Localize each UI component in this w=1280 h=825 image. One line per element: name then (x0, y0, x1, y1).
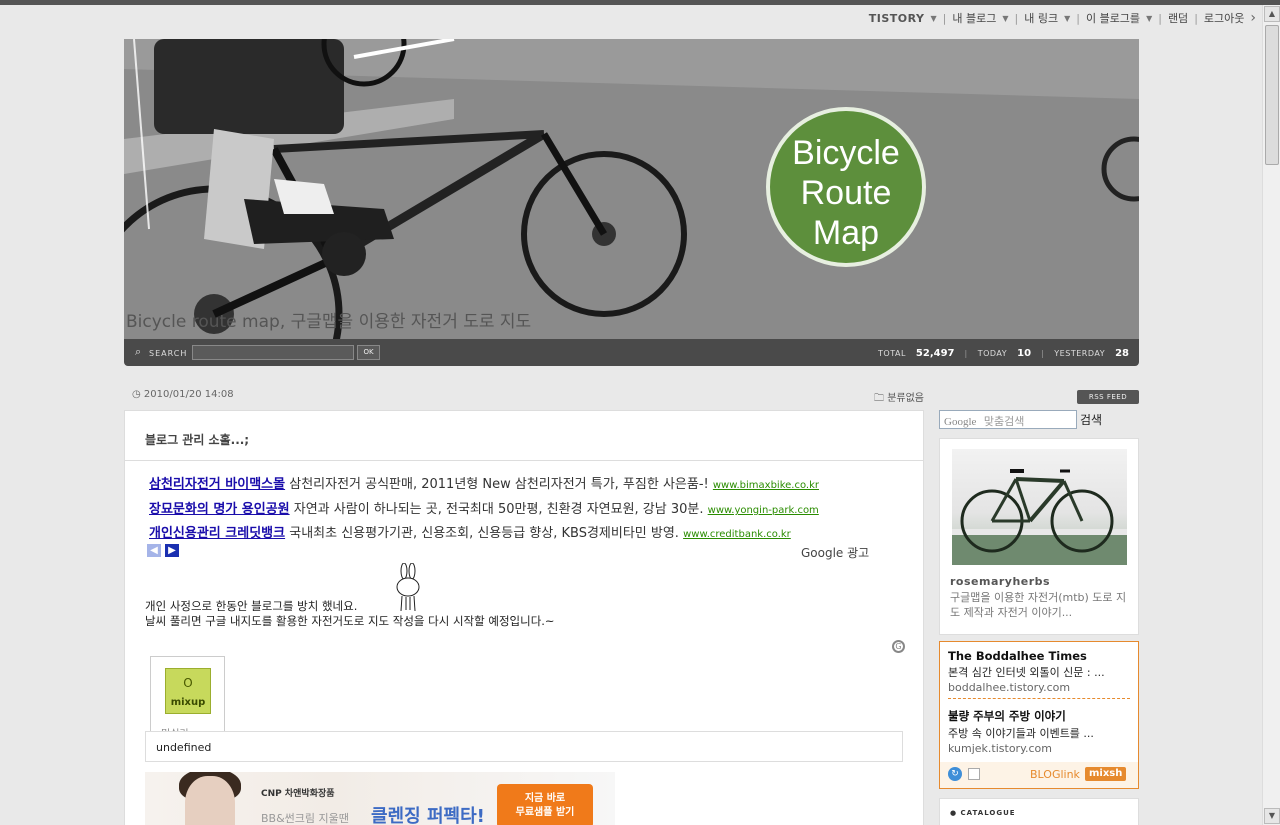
blog-owner-name[interactable]: rosemaryherbs (950, 575, 1050, 588)
divider (948, 698, 1130, 699)
folder-icon: 🗀 (874, 393, 884, 404)
blog-profile-card: rosemaryherbs 구글맵을 이용한 자전거(mtb) 도로 지도 제작… (939, 438, 1139, 635)
my-link-menu[interactable]: 내 링크 (1024, 10, 1058, 26)
ad-url[interactable]: www.creditbank.co.kr (683, 529, 791, 540)
this-blog-menu[interactable]: 이 블로그를 (1086, 10, 1140, 26)
chevron-down-icon[interactable]: ▼ (1002, 14, 1008, 23)
search-placeholder: 맞춤검색 (983, 415, 1025, 428)
banner-cta-button[interactable]: 지금 바로 무료샘플 받기 (497, 784, 593, 825)
ad-url[interactable]: www.yongin-park.com (708, 505, 819, 516)
bloglink-url[interactable]: boddalhee.tistory.com (948, 681, 1130, 694)
mixsh-badge[interactable]: mixsh (1085, 767, 1127, 781)
bicycle-route-map-badge: Bicycle Route Map (766, 107, 926, 267)
today-label: TODAY (977, 349, 1008, 358)
bloglink-url[interactable]: kumjek.tistory.com (948, 742, 1130, 755)
ad-desc: 자연과 사람이 하나되는 곳, 전국최대 50만평, 친환경 자연묘원, 강남 … (293, 502, 704, 517)
scrollbar-thumb[interactable] (1265, 25, 1279, 165)
bloglink-widget: The Boddalhee Times 본격 심간 인터넷 외톨이 신문 : .… (939, 641, 1139, 789)
blog-subtitle[interactable]: Bicycle route map, 구글맵을 이용한 자전거 도로 지도 (126, 307, 531, 332)
total-label: TOTAL (878, 349, 906, 358)
clock-icon: ◷ (132, 389, 141, 400)
mixup-badge-icon: O (183, 676, 193, 690)
google-custom-search-input[interactable]: Google 맞춤검색 (939, 410, 1077, 429)
next-arrow-icon[interactable]: ▶ (165, 544, 179, 557)
total-value: 52,497 (915, 348, 955, 359)
post-body: 개인 사정으로 한동안 블로그를 방치 했네요. 날씨 풀리면 구글 내지도를 … (145, 599, 555, 628)
prev-arrow-icon[interactable]: ◀ (147, 544, 161, 557)
bloglink-item[interactable]: 불량 주부의 주방 이야기 주방 속 이야기들과 이벤트를 ... kumjek… (948, 708, 1130, 755)
rss-feed-button[interactable]: RSS FEED (1077, 390, 1139, 404)
yesterday-label: YESTERDAY (1054, 349, 1106, 358)
bloglink-brand[interactable]: BLOGlink (1030, 768, 1080, 781)
catalogue-widget: ● CATALOGUE (939, 798, 1139, 825)
mixup-widget[interactable]: O mixup 믹쉬기 (150, 656, 225, 740)
ad-row: 장묘문화의 명가 용인공원 자연과 사람이 하나되는 곳, 전국최대 50만평,… (149, 498, 819, 517)
refresh-icon[interactable]: ↻ (948, 767, 962, 781)
catalogue-title[interactable]: ● CATALOGUE (950, 809, 1016, 817)
logout-link[interactable]: 로그아웃 (1204, 10, 1244, 26)
ad-link[interactable]: 장묘문화의 명가 용인공원 (149, 502, 290, 517)
google-search-button[interactable]: 검색 (1080, 411, 1102, 428)
search-label: SEARCH (149, 349, 188, 358)
random-link[interactable]: 랜덤 (1168, 10, 1188, 26)
ad-row: 삼천리자전거 바이맥스몰 삼천리자전거 공식판매, 2011년형 New 삼천리… (149, 473, 819, 492)
bullet-icon: ● (950, 809, 958, 817)
post-title[interactable]: 블로그 관리 소홀...; (145, 431, 249, 448)
chevron-right-icon[interactable]: › (1250, 10, 1256, 26)
cosmetics-banner-ad[interactable]: CNP 차앤박화장품 BB&썬크림 지울땐 클렌징 퍼펙타! 지금 바로 무료샘… (145, 772, 615, 825)
g-icon[interactable]: G (892, 640, 905, 653)
mixup-logo-box[interactable]: O mixup (165, 668, 211, 714)
scroll-up-arrow-icon[interactable]: ▲ (1264, 6, 1280, 22)
scroll-down-arrow-icon[interactable]: ▼ (1264, 808, 1280, 824)
search-icon: ⌕ (135, 345, 142, 358)
vertical-scrollbar[interactable]: ▲ ▼ (1262, 5, 1280, 825)
ad-url[interactable]: www.bimaxbike.co.kr (713, 480, 819, 491)
bloglink-desc: 본격 심간 인터넷 외톨이 신문 : ... (948, 666, 1105, 679)
chevron-down-icon[interactable]: ▼ (930, 14, 936, 23)
banner-headline: 클렌징 퍼펙타! (371, 806, 485, 825)
undefined-box: undefined (145, 731, 903, 762)
post-meta: ◷ 2010/01/20 14:08 🗀 분류없음 (132, 389, 924, 404)
profile-bicycle-photo[interactable] (952, 449, 1127, 565)
bloglink-desc: 주방 속 이야기들과 이벤트를 ... (948, 727, 1094, 740)
today-value: 10 (1017, 348, 1032, 359)
banner-brand: CNP 차앤박화장품 (261, 789, 335, 799)
ad-pager: ◀ ▶ (147, 544, 179, 557)
google-ad-label[interactable]: Google 광고 (801, 544, 869, 561)
my-blog-menu[interactable]: 내 블로그 (952, 10, 996, 26)
bloglink-title[interactable]: The Boddalhee Times (948, 649, 1130, 663)
blog-description: 구글맵을 이용한 자전거(mtb) 도로 지도 제작과 자전거 이야기... (950, 591, 1127, 619)
ad-link[interactable]: 개인신용관리 크레딧뱅크 (149, 526, 285, 541)
window-top-border (0, 0, 1280, 5)
search-input[interactable] (192, 345, 354, 360)
header-search-bar: ⌕ SEARCH OK TOTAL 52,497 | TODAY 10 | YE… (124, 339, 1139, 366)
search-ok-button[interactable]: OK (357, 345, 380, 360)
chevron-down-icon[interactable]: ▼ (1064, 14, 1070, 23)
tistory-toolbar: TISTORY ▼ | 내 블로그 ▼ | 내 링크 ▼ | 이 블로그를 ▼ … (868, 10, 1256, 26)
tistory-logo[interactable]: TISTORY (869, 12, 925, 25)
post-article: 블로그 관리 소홀...; 삼천리자전거 바이맥스몰 삼천리자전거 공식판매, … (124, 410, 924, 825)
bicycle-photo (124, 39, 1139, 339)
ad-link[interactable]: 삼천리자전거 바이맥스몰 (149, 477, 285, 492)
bloglink-item[interactable]: The Boddalhee Times 본격 심간 인터넷 외톨이 신문 : .… (948, 649, 1130, 694)
yesterday-value: 28 (1115, 348, 1129, 359)
bloglink-title[interactable]: 불량 주부의 주방 이야기 (948, 708, 1130, 724)
visitor-counter: TOTAL 52,497 | TODAY 10 | YESTERDAY 28 (878, 348, 1129, 359)
bicycle-icon (952, 469, 1127, 565)
blog-header-image: Bicycle Route Map Bicycle route map, 구글맵… (124, 39, 1139, 339)
mixup-logo: mixup (170, 697, 206, 708)
document-icon[interactable] (968, 768, 980, 780)
post-date: 2010/01/20 14:08 (143, 389, 234, 400)
ad-desc: 국내최초 신용평가기관, 신용조회, 신용등급 향상, KBS경제비타민 방영. (289, 526, 679, 541)
chevron-down-icon[interactable]: ▼ (1146, 14, 1152, 23)
bloglink-footer: ↻ BLOGlink mixsh (940, 762, 1138, 788)
banner-slogan: BB&썬크림 지울땐 (261, 812, 349, 825)
divider (125, 460, 923, 461)
google-logo: Google (944, 416, 977, 428)
ad-desc: 삼천리자전거 공식판매, 2011년형 New 삼천리자전거 특가, 푸짐한 사… (289, 477, 709, 492)
ad-row: 개인신용관리 크레딧뱅크 국내최초 신용평가기관, 신용조회, 신용등급 향상,… (149, 522, 791, 541)
post-category[interactable]: 🗀 분류없음 (874, 389, 924, 408)
model-face (185, 776, 235, 825)
